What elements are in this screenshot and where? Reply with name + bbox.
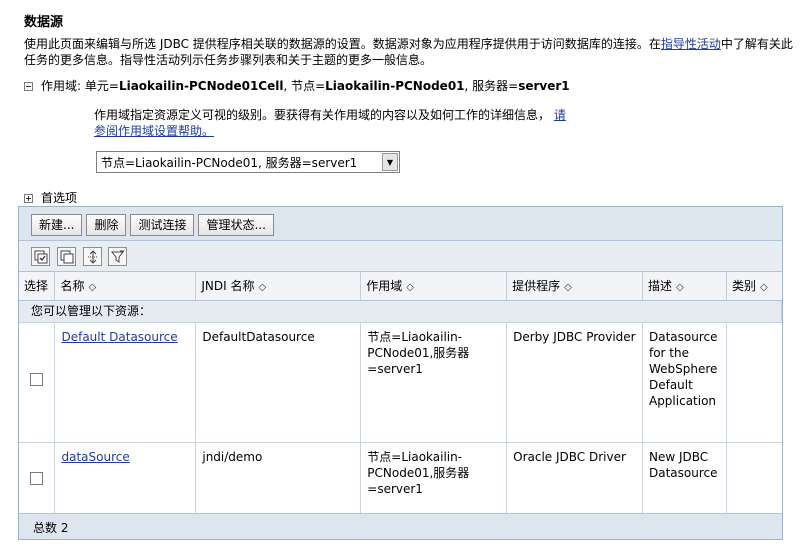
sort-icon[interactable]: ◇ (760, 282, 768, 293)
sort-icon[interactable]: ◇ (564, 282, 572, 293)
table-row: dataSource jndi/demo 节点=Liaokailin-PCNod… (19, 442, 782, 520)
column-header-provider[interactable]: 提供程序 ◇ (506, 272, 643, 301)
scope-select[interactable]: 节点=Liaokailin-PCNode01, 服务器=server1 ▼ (96, 151, 400, 173)
scope-node-label: , 节点= (283, 79, 326, 93)
row-select-cell (19, 322, 56, 443)
sort-icon[interactable]: ◇ (258, 282, 266, 293)
row-jndi-cell: DefaultDatasource (195, 322, 362, 443)
test-connection-button[interactable]: 测试连接 (130, 214, 195, 236)
expand-collapse-icon[interactable] (82, 247, 102, 266)
row-select-cell (19, 442, 56, 520)
table-footer: 总数 2 (19, 513, 782, 539)
new-button[interactable]: 新建... (31, 214, 83, 236)
collapse-scope-icon[interactable] (24, 82, 33, 91)
column-header-category[interactable]: 类别 ◇ (726, 272, 782, 301)
sort-icon[interactable]: ◇ (406, 282, 414, 293)
row-description-cell: New JDBC Datasource (642, 442, 727, 520)
datasource-panel: 新建... 删除 测试连接 管理状态... 选择 名称 ◇ JNDI 名称 ◇ 作用域 ◇ … (18, 206, 783, 540)
manage-state-button[interactable]: 管理状态... (198, 214, 274, 236)
scope-line: 作用域: 单元=Liaokailin-PCNode01Cell, 节点=Liao… (24, 77, 570, 94)
scope-select-value: 节点=Liaokailin-PCNode01, 服务器=server1 (101, 155, 358, 170)
deselect-all-icon[interactable] (56, 247, 76, 266)
delete-button[interactable]: 删除 (86, 214, 127, 236)
scope-server-label: , 服务器= (464, 79, 519, 93)
row-category-cell (726, 322, 782, 443)
datasource-name-link[interactable]: Default Datasource (61, 330, 177, 344)
scope-cell-label: 单元= (84, 79, 119, 93)
table-row: Default Datasource DefaultDatasource 节点=… (19, 322, 782, 443)
datasource-name-link[interactable]: dataSource (61, 450, 129, 464)
row-name-cell: Default Datasource (54, 322, 197, 443)
group-label: 您可以管理以下资源： (19, 300, 782, 323)
guided-activity-link[interactable]: 指导性活动 (661, 37, 721, 51)
datasource-table: 选择 名称 ◇ JNDI 名称 ◇ 作用域 ◇ 提供程序 ◇ 描述 ◇ 类别 ◇ 您可以管理… (19, 272, 782, 520)
intro-text: 使用此页面来编辑与所选 JDBC 提供程序相关联的数据源的设置。数据源对象为应用… (24, 37, 661, 51)
filter-icon[interactable] (108, 247, 128, 266)
preferences-toggle[interactable]: 首选项 (24, 189, 77, 206)
row-jndi-cell: jndi/demo (195, 442, 362, 520)
scope-server-value: server1 (518, 79, 570, 93)
scope-cell-value: Liaokailin-PCNode01Cell (118, 79, 284, 93)
row-scope-cell: 节点=Liaokailin-PCNode01,服务器=server1 (360, 322, 508, 443)
row-provider-cell: Derby JDBC Provider (506, 322, 643, 443)
scope-node-value: Liaokailin-PCNode01 (325, 79, 465, 93)
row-description-cell: Datasource for the WebSphere Default App… (642, 322, 727, 443)
row-name-cell: dataSource (54, 442, 197, 520)
page-intro: 使用此页面来编辑与所选 JDBC 提供程序相关联的数据源的设置。数据源对象为应用… (24, 36, 794, 68)
row-category-cell (726, 442, 782, 520)
dropdown-arrow-icon[interactable]: ▼ (382, 153, 398, 171)
row-provider-cell: Oracle JDBC Driver (506, 442, 643, 520)
column-header-jndi[interactable]: JNDI 名称 ◇ (195, 272, 362, 301)
sort-icon[interactable]: ◇ (676, 282, 684, 293)
action-toolbar: 新建... 删除 测试连接 管理状态... (19, 207, 782, 241)
preferences-label: 首选项 (41, 191, 78, 205)
column-header-description[interactable]: 描述 ◇ (642, 272, 727, 301)
expand-preferences-icon[interactable] (24, 194, 33, 203)
total-count: 总数 2 (33, 521, 69, 535)
scope-help: 作用域指定资源定义可视的级别。要获得有关作用域的内容以及如何工作的详细信息， 请… (94, 107, 574, 139)
page-title: 数据源 (24, 15, 64, 30)
scope-help-text: 作用域指定资源定义可视的级别。要获得有关作用域的内容以及如何工作的详细信息， (94, 108, 551, 122)
scope-label: 作用域: (41, 79, 82, 93)
row-checkbox[interactable] (30, 471, 44, 485)
sort-icon[interactable]: ◇ (89, 282, 97, 293)
select-all-icon[interactable] (31, 247, 50, 266)
group-row: 您可以管理以下资源： (19, 300, 782, 323)
row-scope-cell: 节点=Liaokailin-PCNode01,服务器=server1 (360, 442, 508, 520)
table-header-row: 选择 名称 ◇ JNDI 名称 ◇ 作用域 ◇ 提供程序 ◇ 描述 ◇ 类别 ◇ (19, 272, 782, 301)
row-checkbox[interactable] (30, 373, 44, 386)
column-header-name[interactable]: 名称 ◇ (54, 272, 197, 301)
icon-toolbar (19, 241, 782, 272)
column-header-select: 选择 (19, 272, 56, 301)
column-header-scope[interactable]: 作用域 ◇ (360, 272, 508, 301)
